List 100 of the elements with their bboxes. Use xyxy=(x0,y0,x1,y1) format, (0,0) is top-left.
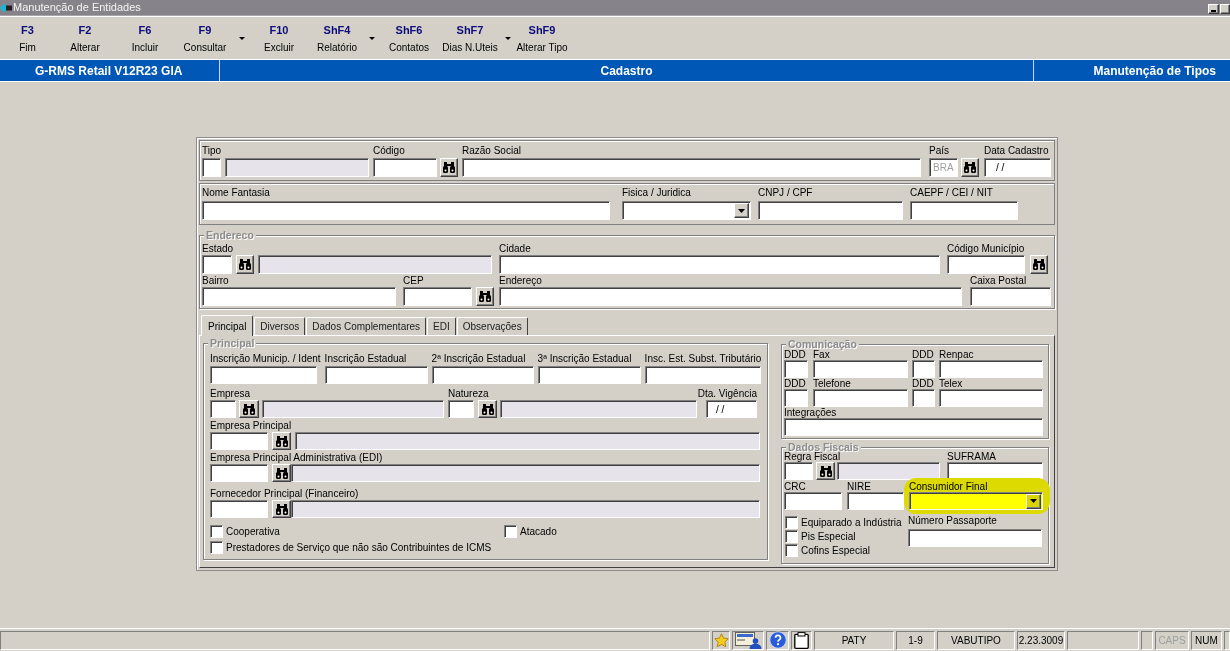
dropdown-field[interactable] xyxy=(909,492,1043,510)
lookup-button[interactable] xyxy=(272,500,291,518)
field-label: Tipo xyxy=(202,144,222,158)
text-field[interactable] xyxy=(939,360,1043,378)
text-field[interactable] xyxy=(847,492,904,510)
text-field[interactable] xyxy=(431,366,534,384)
binoculars-icon xyxy=(479,291,491,302)
text-field[interactable] xyxy=(210,366,317,384)
toolbar-button[interactable]: ShF9 Alterar Tipo xyxy=(515,17,569,59)
text-field[interactable] xyxy=(537,366,641,384)
text-field[interactable] xyxy=(970,287,1051,306)
tab[interactable]: Observações xyxy=(456,317,528,335)
text-field[interactable] xyxy=(373,158,437,177)
text-field[interactable] xyxy=(202,287,396,306)
text-field[interactable] xyxy=(448,400,474,418)
text-field[interactable] xyxy=(403,287,472,306)
text-field[interactable] xyxy=(202,201,610,220)
screen-name: Manutenção de Tipos xyxy=(1093,62,1216,80)
text-field[interactable] xyxy=(210,432,268,450)
text-field[interactable] xyxy=(202,158,221,177)
field-label: 3ª Inscrição Estadual xyxy=(537,352,632,365)
text-field[interactable] xyxy=(784,389,808,407)
text-field[interactable] xyxy=(908,529,1042,547)
tab[interactable]: EDI xyxy=(427,317,456,335)
checkbox[interactable] xyxy=(504,524,517,538)
tab[interactable]: Diversos xyxy=(254,317,306,335)
text-field[interactable] xyxy=(813,389,908,407)
lookup-button[interactable] xyxy=(1030,255,1048,274)
text-field[interactable]: / / xyxy=(706,400,757,418)
text-field[interactable] xyxy=(499,287,962,306)
field-label: DDD xyxy=(912,349,934,360)
text-field[interactable] xyxy=(910,201,1018,220)
text-field[interactable] xyxy=(912,389,935,407)
lookup-button[interactable] xyxy=(236,255,254,274)
caret-down-icon xyxy=(239,36,245,40)
checkbox[interactable] xyxy=(785,515,798,529)
field-label: Empresa Principal xyxy=(210,419,293,432)
minimize-button[interactable] xyxy=(1208,3,1219,14)
toolbar-button[interactable]: ShF6 Contatos xyxy=(379,17,439,59)
lookup-button[interactable] xyxy=(476,287,494,306)
text-field[interactable] xyxy=(912,360,935,378)
text-field[interactable] xyxy=(202,255,232,274)
toolbar-button[interactable]: F3 Fim xyxy=(0,17,55,59)
lookup-button[interactable] xyxy=(239,400,259,418)
field-label: Integrações xyxy=(784,407,838,418)
checkbox[interactable] xyxy=(210,524,223,538)
text-field[interactable] xyxy=(462,158,921,177)
binoculars-icon xyxy=(481,403,494,415)
text-field[interactable] xyxy=(813,360,908,378)
field-label: NIRE xyxy=(847,481,871,492)
text-field[interactable]: / / xyxy=(984,158,1051,177)
text-field[interactable] xyxy=(947,255,1025,274)
checkbox[interactable] xyxy=(785,543,798,557)
checkbox[interactable] xyxy=(210,540,223,554)
lookup-button[interactable] xyxy=(816,462,835,480)
binoculars-icon xyxy=(275,435,288,447)
text-field[interactable] xyxy=(210,464,268,482)
checkbox[interactable] xyxy=(785,529,798,543)
text-field[interactable] xyxy=(644,366,761,384)
field-label: Cidade xyxy=(499,242,531,255)
toolbar-button[interactable]: F2 Alterar xyxy=(55,17,115,59)
text-field[interactable] xyxy=(210,500,268,518)
tab[interactable]: Dados Complementares xyxy=(306,317,427,335)
window-button[interactable] xyxy=(1220,3,1230,14)
lookup-button[interactable] xyxy=(272,432,291,450)
text-field[interactable] xyxy=(210,400,236,418)
toolbar-button[interactable]: F10 Excluir xyxy=(249,17,309,59)
field-label: Telefone xyxy=(813,378,851,389)
toolbar-button[interactable]: ShF7 Dias N.Uteis xyxy=(439,17,501,59)
field-label: CEP xyxy=(403,274,424,287)
toolbar-button[interactable]: F9 Consultar xyxy=(175,17,235,59)
tab[interactable]: Principal xyxy=(201,315,254,336)
field-label: CRC xyxy=(784,481,806,492)
text-field[interactable] xyxy=(499,255,940,274)
status-range: 1-9 xyxy=(896,630,935,650)
status-pane xyxy=(1141,630,1153,650)
lookup-button[interactable] xyxy=(272,464,291,482)
dropdown-button[interactable] xyxy=(1026,493,1041,509)
text-field[interactable] xyxy=(758,201,903,220)
field-label: Inscrição Estadual xyxy=(324,352,407,365)
field-label: Natureza xyxy=(448,387,489,400)
lookup-button[interactable] xyxy=(440,158,458,177)
text-field[interactable] xyxy=(784,360,808,378)
field-label: Fornecedor Principal (Financeiro) xyxy=(210,487,360,500)
checkbox-label: Cofins Especial xyxy=(801,543,870,557)
toolbar-button[interactable]: F6 Incluir xyxy=(115,17,175,59)
text-field[interactable] xyxy=(324,366,428,384)
lookup-button[interactable] xyxy=(961,158,979,177)
text-field[interactable] xyxy=(784,492,842,510)
field-label: Caixa Postal xyxy=(970,274,1027,287)
dropdown-button[interactable] xyxy=(734,203,749,218)
status-program: VABUTIPO xyxy=(937,630,1015,650)
lookup-button[interactable] xyxy=(478,400,497,418)
text-field[interactable] xyxy=(784,418,1043,436)
text-field[interactable] xyxy=(784,462,813,480)
system-name: G-RMS Retail V12R23 GIA xyxy=(35,62,183,80)
toolbar-button[interactable]: ShF4 Relatório xyxy=(309,17,365,59)
dropdown-field[interactable] xyxy=(622,201,751,220)
text-field[interactable] xyxy=(939,389,1043,407)
field-label: CNPJ / CPF xyxy=(758,186,813,200)
